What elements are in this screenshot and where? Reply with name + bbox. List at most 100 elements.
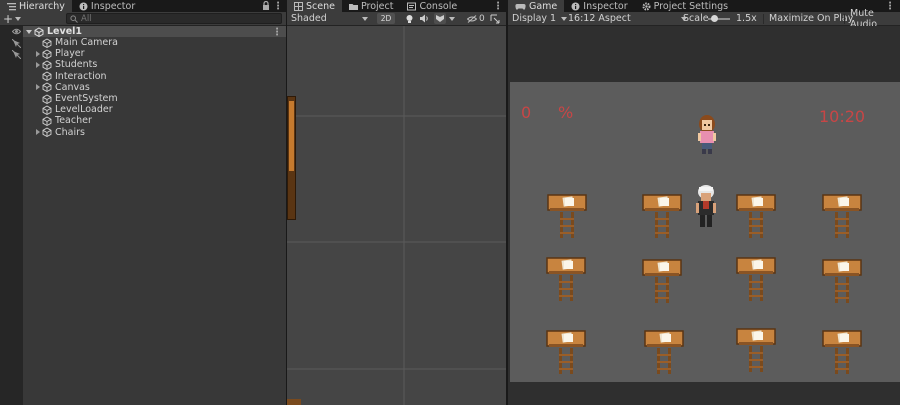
add-icon[interactable]: + [3, 13, 13, 25]
scene-grid-icon [294, 1, 303, 11]
chevron-down-icon [561, 16, 568, 21]
desk-sprite [547, 194, 587, 240]
audio-icon[interactable] [419, 13, 431, 24]
hierarchy-search[interactable] [66, 13, 282, 24]
hierarchy-item[interactable]: Teacher [34, 115, 92, 126]
hierarchy-root-level1[interactable]: Level1 [23, 26, 286, 37]
hierarchy-item[interactable]: LevelLoader [34, 104, 113, 115]
gameobject-cube-icon [42, 105, 52, 115]
lighting-icon[interactable] [403, 13, 415, 24]
hierarchy-item[interactable]: Interaction [34, 71, 107, 82]
scene-panel-menu-icon[interactable]: ⋮ [493, 0, 503, 12]
search-input[interactable] [81, 13, 261, 24]
hud-score: 0 [521, 103, 532, 122]
hierarchy-item[interactable]: Canvas [34, 82, 90, 93]
tab-label: Scene [306, 0, 335, 12]
tab-game[interactable]: Game [508, 0, 565, 12]
scale-value: 1.5x [736, 13, 757, 24]
game-tab-bar: Game Inspector Project Settings [508, 0, 900, 12]
tab-label: Inspector [583, 0, 628, 12]
console-icon [407, 2, 417, 10]
tab-game-inspector[interactable]: Inspector [564, 0, 634, 12]
gameobject-cube-icon [42, 60, 52, 70]
scale-slider[interactable] [708, 15, 730, 22]
hierarchy-item-label: EventSystem [55, 93, 118, 104]
info-icon [571, 2, 580, 10]
shading-mode-dropdown[interactable]: Shaded [287, 13, 368, 24]
slider-handle[interactable] [711, 15, 718, 22]
hierarchy-item[interactable]: Player [34, 48, 85, 59]
gameobject-cube-icon [42, 37, 52, 48]
lock-icon[interactable] [262, 1, 270, 11]
player-sprite [696, 185, 716, 227]
hierarchy-gutter [0, 26, 23, 405]
chevron-right-icon[interactable] [34, 128, 42, 136]
scale-label: Scale [683, 13, 709, 24]
hud-percent: % [558, 103, 574, 122]
desk-sprite [822, 259, 862, 305]
tab-project[interactable]: Project [342, 0, 401, 12]
chevron-down-icon[interactable] [449, 17, 455, 21]
hierarchy-item[interactable]: EventSystem [34, 93, 118, 104]
tab-scene[interactable]: Scene [287, 0, 342, 12]
scene-viewport[interactable] [287, 26, 506, 405]
pickable-icon[interactable] [12, 50, 21, 59]
shading-mode-label: Shaded [291, 13, 327, 24]
aspect-dropdown[interactable]: 16:12 Aspect [568, 12, 687, 25]
mute-audio-toggle[interactable]: Mute Audio [850, 8, 900, 30]
gameobject-cube-icon [42, 116, 52, 126]
chevron-right-icon[interactable] [34, 83, 42, 91]
hierarchy-item[interactable]: Students [34, 59, 97, 70]
gizmos-icon[interactable] [489, 13, 501, 24]
hierarchy-item-label: Main Camera [55, 37, 118, 48]
visibility-icon[interactable] [12, 27, 21, 36]
aspect-label: 16:12 Aspect [568, 13, 631, 24]
hierarchy-list-icon [7, 2, 16, 10]
tab-inspector[interactable]: Inspector [72, 0, 142, 12]
chevron-down-icon[interactable] [25, 28, 33, 36]
desk-sprite [546, 257, 586, 303]
tab-project-settings[interactable]: Project Settings [635, 0, 736, 12]
game-canvas[interactable]: 0 % 10:20 [510, 82, 900, 382]
tab-console[interactable]: Console [400, 0, 464, 12]
display-dropdown[interactable]: Display 1 [512, 12, 568, 25]
gameobject-cube-icon [42, 127, 52, 138]
game-toolbar: Display 1 16:12 Aspect Scale 1.5x Maximi… [508, 8, 900, 30]
game-viewport: 0 % 10:20 [508, 26, 900, 405]
desk-sprite [736, 257, 776, 303]
hierarchy-tab-bar: Hierarchy Inspector [0, 0, 286, 12]
hierarchy-item-label: Students [55, 59, 98, 71]
effects-icon[interactable] [434, 13, 446, 24]
desk-sprite [644, 330, 684, 376]
tab-label: Inspector [90, 0, 136, 12]
chevron-down-icon [361, 16, 368, 21]
maximize-on-play-toggle[interactable]: Maximize On Play [769, 12, 853, 25]
search-icon [70, 14, 78, 23]
scene-menu-icon[interactable]: ⋮ [272, 26, 282, 38]
toggle-2d-button[interactable]: 2D [377, 13, 395, 24]
scene-sprite-edge [287, 96, 296, 220]
desk-sprite [546, 330, 586, 376]
hierarchy-item-label: Canvas [55, 81, 90, 93]
hierarchy-tree: Level1 ⋮ Main Camera Player Students Intera… [23, 26, 286, 405]
hidden-objects-toggle[interactable]: 0 [467, 13, 485, 24]
hierarchy-item[interactable]: Chairs [34, 127, 85, 138]
chevron-down-icon[interactable] [15, 16, 22, 21]
pickable-icon[interactable] [12, 39, 21, 48]
tab-hierarchy[interactable]: Hierarchy [0, 0, 72, 12]
chevron-right-icon[interactable] [34, 61, 42, 69]
hierarchy-item-label: LevelLoader [55, 104, 113, 116]
teacher-sprite [698, 115, 716, 154]
desk-sprite [822, 194, 862, 240]
hierarchy-item-label: Interaction [55, 70, 107, 82]
hierarchy-item-label: Chairs [55, 126, 85, 138]
desk-sprite [642, 194, 682, 240]
eye-slash-icon [467, 14, 477, 23]
hierarchy-menu-icon[interactable]: ⋮ [273, 0, 283, 12]
hud-timer: 10:20 [819, 107, 866, 126]
chevron-right-icon[interactable] [34, 50, 42, 58]
info-icon [79, 2, 88, 10]
hierarchy-item[interactable]: Main Camera [34, 37, 118, 48]
